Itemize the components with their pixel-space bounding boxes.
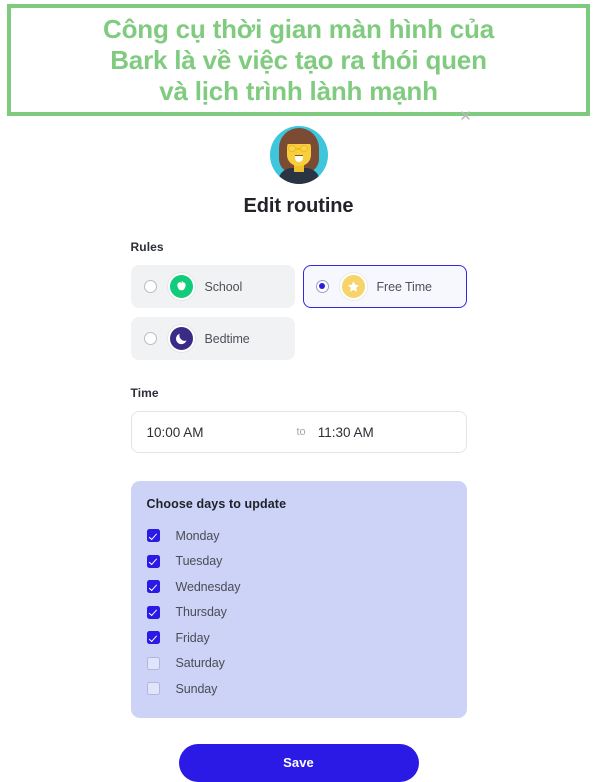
apple-icon: [167, 273, 195, 300]
radio-free-time[interactable]: [315, 280, 329, 293]
day-label: Tuesday: [175, 554, 223, 569]
edit-routine-form: Rules School Free Time Bedtime Time 10:0…: [130, 218, 467, 782]
rule-option-school[interactable]: School: [130, 265, 295, 308]
checkbox-thursday[interactable]: [146, 605, 160, 619]
day-label: Saturday: [175, 656, 225, 671]
save-button-container: Save: [131, 743, 467, 782]
rule-option-label: School: [204, 279, 243, 294]
choose-days-title: Choose days to update: [146, 497, 287, 511]
day-checkbox-row-friday[interactable]: Friday: [146, 625, 467, 651]
day-checkbox-row-monday[interactable]: Monday: [146, 523, 467, 549]
avatar-glasses-left-icon: [287, 145, 296, 152]
rules-options-group: School Free Time Bedtime: [130, 265, 467, 360]
star-icon: [339, 273, 367, 300]
radio-school[interactable]: [143, 280, 157, 293]
day-label: Thursday: [175, 605, 227, 620]
checkbox-saturday[interactable]: [146, 656, 160, 670]
avatar-glasses-right-icon: [299, 145, 308, 152]
day-checkbox-row-thursday[interactable]: Thursday: [146, 600, 467, 626]
choose-days-panel: Choose days to update Monday Tuesday Wed…: [130, 481, 467, 718]
page-title: Edit routine: [243, 195, 354, 217]
day-label: Friday: [175, 630, 210, 645]
time-start-value[interactable]: 10:00 AM: [147, 425, 297, 440]
promo-banner-text: Công cụ thời gian màn hình của Bark là v…: [103, 13, 494, 106]
day-label: Sunday: [175, 681, 218, 696]
rule-option-free-time[interactable]: Free Time: [302, 265, 467, 308]
rules-label: Rules: [130, 240, 164, 254]
promo-banner: Công cụ thời gian màn hình của Bark là v…: [7, 4, 590, 116]
day-checkbox-row-wednesday[interactable]: Wednesday: [146, 574, 467, 600]
checkbox-wednesday[interactable]: [146, 580, 160, 594]
time-section: Time 10:00 AM to 11:30 AM: [130, 386, 467, 453]
time-label: Time: [130, 386, 159, 400]
day-label: Monday: [175, 528, 220, 543]
day-checkbox-row-sunday[interactable]: Sunday: [146, 676, 467, 702]
day-checkbox-row-tuesday[interactable]: Tuesday: [146, 549, 467, 575]
moon-icon: [167, 325, 195, 352]
checkbox-sunday[interactable]: [146, 682, 160, 696]
avatar-mouth-icon: [294, 155, 303, 162]
avatar-glasses-bridge-icon: [295, 148, 300, 150]
avatar: [269, 126, 328, 184]
rule-option-label: Bedtime: [204, 331, 250, 346]
avatar-fringe-icon: [283, 132, 314, 144]
time-separator-label: to: [296, 426, 306, 438]
save-button[interactable]: Save: [178, 743, 419, 782]
checkbox-monday[interactable]: [146, 529, 160, 543]
rule-option-label: Free Time: [376, 279, 432, 294]
time-range-field[interactable]: 10:00 AM to 11:30 AM: [130, 411, 467, 453]
time-end-value[interactable]: 11:30 AM: [318, 425, 374, 440]
checkbox-friday[interactable]: [146, 631, 160, 645]
avatar-container: [0, 126, 597, 184]
edit-routine-screen: Edit routine Rules School Free Time Bedt…: [0, 120, 597, 782]
checkbox-tuesday[interactable]: [146, 554, 160, 568]
day-checkbox-row-saturday[interactable]: Saturday: [146, 651, 467, 677]
rule-option-bedtime[interactable]: Bedtime: [130, 317, 295, 360]
radio-bedtime[interactable]: [143, 332, 157, 345]
day-label: Wednesday: [175, 579, 241, 594]
